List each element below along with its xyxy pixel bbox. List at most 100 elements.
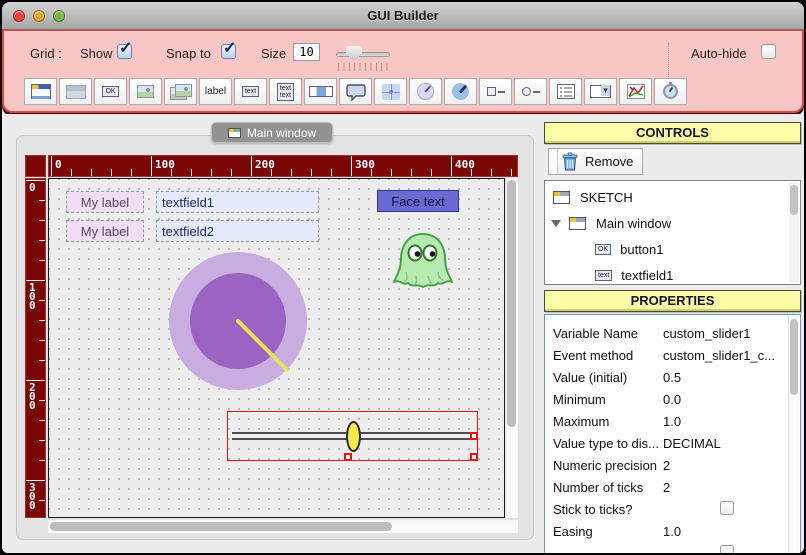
canvas-vertical-scrollbar[interactable] [506, 178, 518, 518]
knob-light-icon[interactable] [409, 78, 442, 105]
textfield-icon: text [595, 269, 613, 281]
controls-header: CONTROLS [544, 122, 801, 144]
property-row-stick-to-ticks[interactable]: Stick to ticks? [553, 499, 774, 521]
slider-thumb[interactable] [346, 421, 361, 452]
autohide-checkbox[interactable] [761, 44, 776, 59]
label1-widget[interactable]: My label [66, 191, 144, 213]
grid-toolbar: Grid : Show Snap to Size Auto-hide OK la… [2, 30, 804, 113]
resize-handle-bottom[interactable] [344, 453, 352, 461]
ruler-corner [25, 155, 46, 177]
properties-table: Variable Name custom_slider1 Event method… [544, 314, 801, 553]
property-row-minimum[interactable]: Minimum 0.0 [553, 389, 774, 411]
size-label: Size [261, 46, 287, 61]
v-ruler-label: 300 [26, 480, 39, 511]
snap-checkbox[interactable] [221, 38, 236, 59]
show-checkbox[interactable] [117, 38, 132, 59]
toolbar-grip [549, 149, 558, 174]
knob-dark-icon[interactable] [444, 78, 477, 105]
window-icon [227, 127, 241, 138]
size-slider[interactable] [336, 37, 390, 71]
v-ruler-label: 0 [26, 180, 39, 193]
app-window: GUI Builder Grid : Show Snap to Size Aut… [2, 2, 804, 553]
property-row-event-method[interactable]: Event method custom_slider1_c... [553, 345, 775, 367]
v-ruler-ticks [39, 180, 45, 517]
window-icon [553, 190, 570, 204]
balloon-icon[interactable] [339, 78, 372, 105]
vertical-ruler: 0 100 200 300 [25, 178, 46, 518]
window-icon [569, 216, 586, 230]
ok-button-icon[interactable]: OK [94, 78, 127, 105]
remove-button-label: Remove [585, 154, 634, 169]
property-row-value-type[interactable]: Value type to dis... DECIMAL [553, 433, 774, 455]
tree-scrollbar-thumb[interactable] [790, 185, 798, 215]
face-button-widget[interactable]: Face text [377, 190, 459, 212]
panel-icon[interactable] [59, 78, 92, 105]
label2-widget[interactable]: My label [66, 220, 144, 242]
expander-arrow-icon[interactable] [551, 219, 561, 227]
radio-icon[interactable] [514, 78, 547, 105]
designer-panel: 0 100 200 300 400 0 100 200 300 My label… [16, 135, 534, 540]
property-row-number-of-ticks[interactable]: Number of ticks 2 [553, 477, 774, 499]
knob-widget[interactable] [168, 251, 308, 391]
property-row-numeric-precision[interactable]: Numeric precision 2 [553, 455, 774, 477]
stick-to-ticks-checkbox[interactable] [720, 501, 734, 515]
controls-tree: SKETCH Main window OK button1 text textf… [544, 180, 801, 285]
chart-icon[interactable] [619, 78, 652, 105]
horizontal-ruler: 0 100 200 300 400 [48, 155, 518, 177]
resize-handle-bottom-right[interactable] [470, 453, 478, 461]
v-scrollbar-thumb[interactable] [507, 180, 516, 427]
h-ruler-ticks [51, 169, 517, 176]
tree-scrollbar[interactable] [789, 182, 799, 283]
snap-label: Snap to [166, 46, 211, 61]
size-slider-track[interactable] [336, 52, 390, 57]
combobox-icon[interactable] [584, 78, 617, 105]
v-ruler-label: 100 [26, 280, 39, 311]
images-icon[interactable] [164, 78, 197, 105]
property-row-variable-name[interactable]: Variable Name custom_slider1 [553, 323, 774, 345]
property-row-partial[interactable] [553, 543, 774, 553]
tree-item-sketch[interactable]: SKETCH [545, 184, 788, 210]
list-icon[interactable] [549, 78, 582, 105]
size-input[interactable] [293, 43, 320, 61]
custom-slider-selection[interactable] [227, 411, 478, 461]
canvas-horizontal-scrollbar[interactable] [48, 520, 518, 533]
progressbar-icon[interactable] [304, 78, 337, 105]
design-canvas[interactable]: My label textfield1 Face text My label t… [48, 178, 505, 518]
tree-item-button1[interactable]: OK button1 [545, 236, 788, 262]
textfield1-widget[interactable]: textfield1 [156, 191, 319, 213]
h-scrollbar-thumb[interactable] [50, 522, 392, 531]
main-window-tab[interactable]: Main window [211, 122, 333, 143]
properties-scrollbar[interactable] [788, 316, 799, 553]
widget-palette: OK label text text text [24, 78, 687, 105]
show-label: Show [80, 46, 113, 61]
tree-item-main-window[interactable]: Main window [545, 210, 788, 236]
trash-icon [558, 151, 582, 172]
property-row-maximum[interactable]: Maximum 1.0 [553, 411, 774, 433]
size-slider-thumb[interactable] [346, 46, 362, 61]
ok-button-icon: OK [595, 243, 612, 255]
ghost-image-widget[interactable] [392, 232, 454, 290]
textfield-icon[interactable]: text [234, 78, 267, 105]
size-slider-ticks [338, 63, 388, 71]
image-icon[interactable] [129, 78, 162, 105]
tree-item-textfield1[interactable]: text textfield1 [545, 262, 788, 288]
partial-row-checkbox[interactable] [720, 545, 734, 553]
screen: GUI Builder Grid : Show Snap to Size Aut… [0, 0, 806, 555]
main-content: Main window 0 100 200 300 400 0 100 200 … [2, 114, 804, 553]
autohide-label: Auto-hide [691, 46, 747, 61]
window-icon[interactable] [24, 78, 57, 105]
properties-header: PROPERTIES [544, 290, 801, 312]
resize-handle-right[interactable] [470, 432, 478, 440]
main-window-tab-label: Main window [246, 125, 317, 140]
crosshair-icon[interactable] [374, 78, 407, 105]
remove-button[interactable]: Remove [548, 148, 644, 175]
checkbox-icon[interactable] [479, 78, 512, 105]
timer-icon[interactable] [654, 78, 687, 105]
property-row-value-initial[interactable]: Value (initial) 0.5 [553, 367, 774, 389]
label-icon[interactable]: label [199, 78, 232, 105]
textarea-icon[interactable]: text text [269, 78, 302, 105]
textfield2-widget[interactable]: textfield2 [156, 220, 319, 242]
property-row-easing[interactable]: Easing 1.0 [553, 521, 774, 543]
title-bar: GUI Builder [2, 2, 804, 30]
properties-scrollbar-thumb[interactable] [790, 319, 798, 395]
